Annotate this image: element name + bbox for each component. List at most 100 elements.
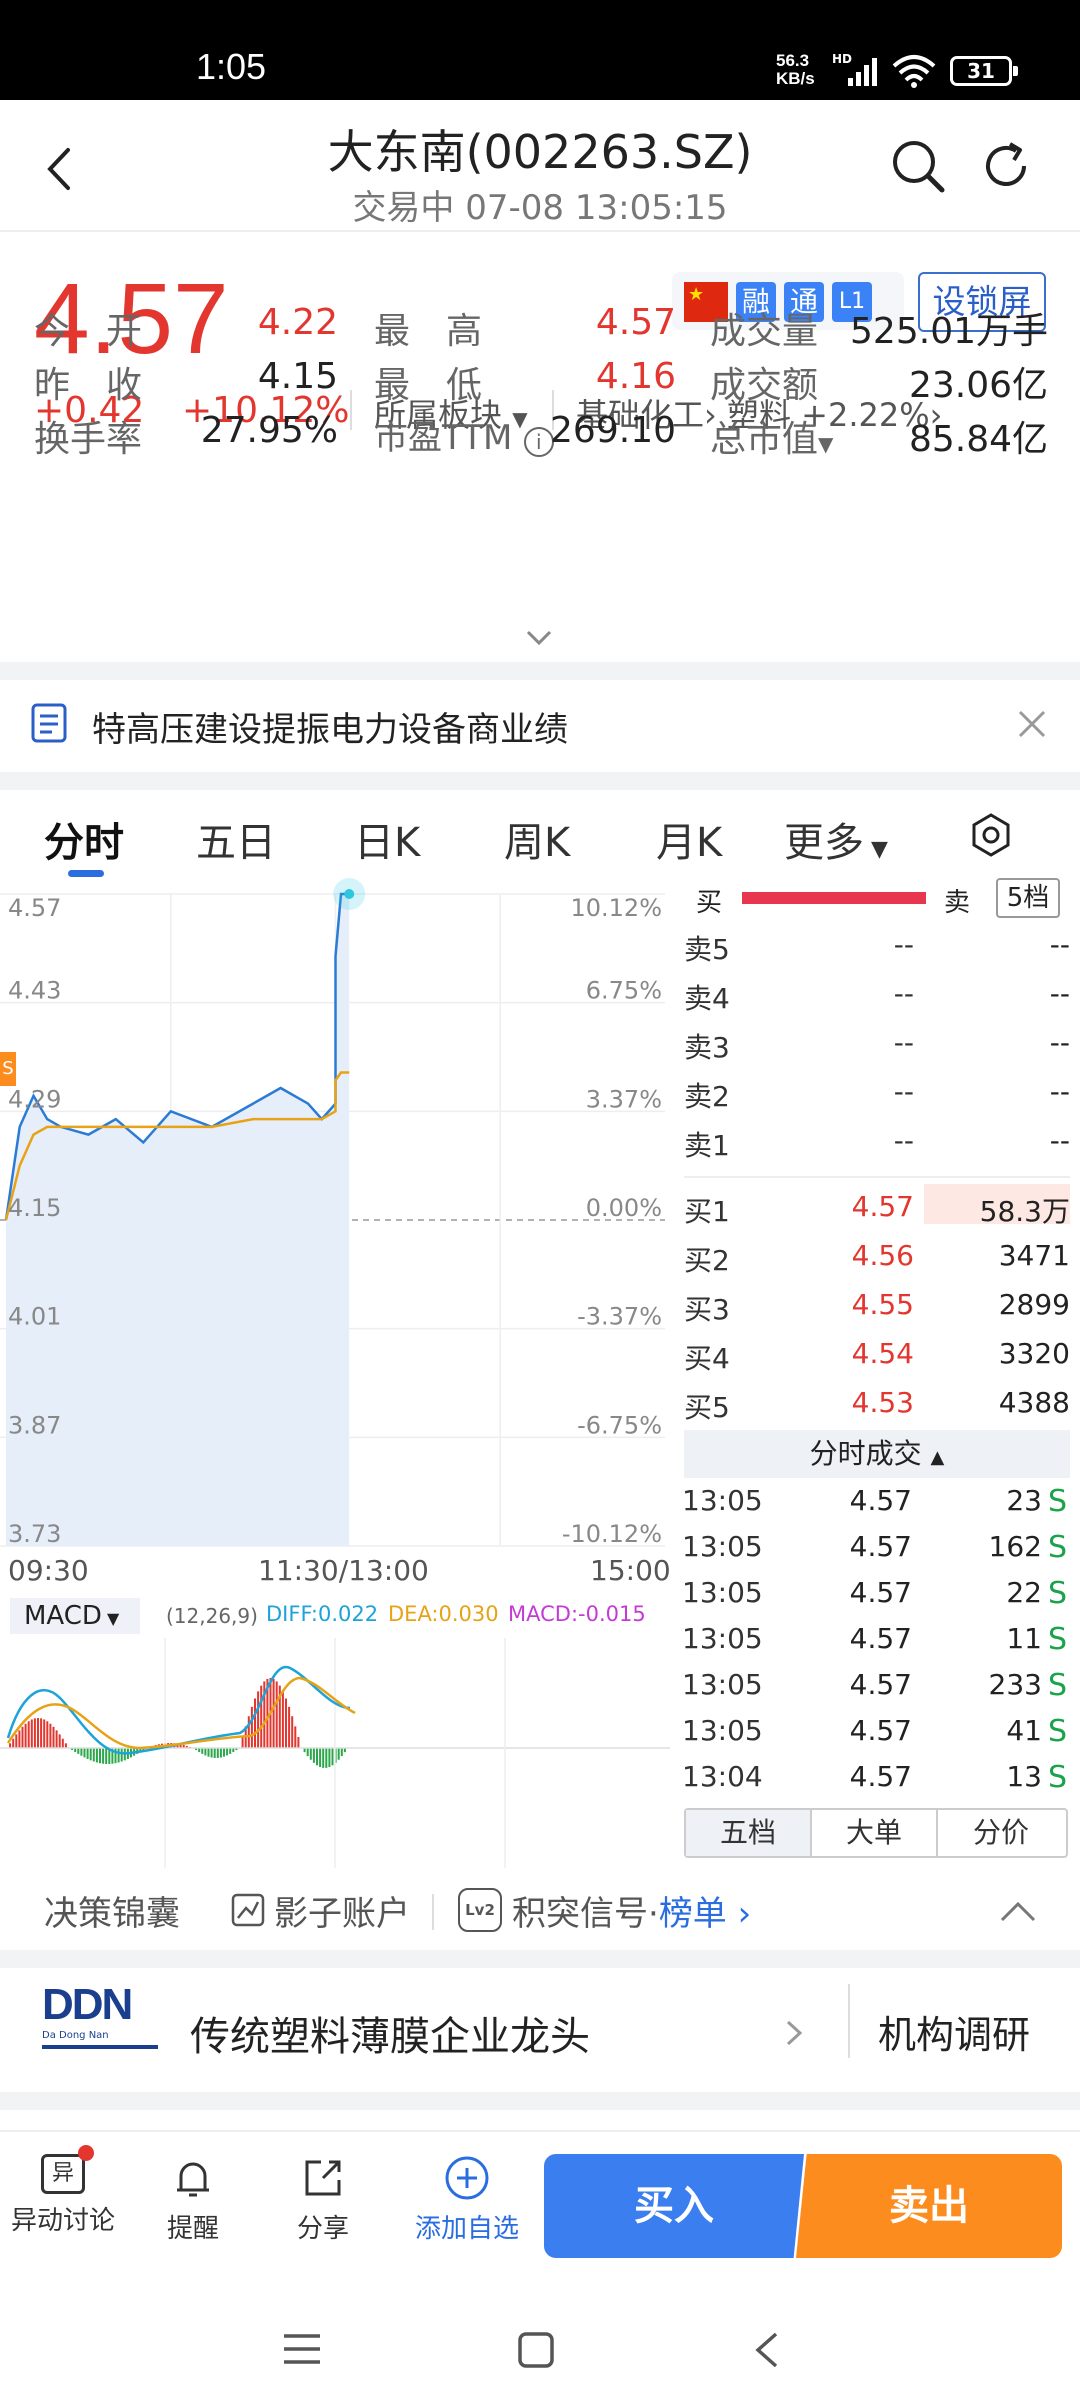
tick-time: 13:05	[682, 1714, 763, 1747]
institutional-research-link[interactable]: 机构调研	[878, 2004, 1030, 2059]
macd-bar	[46, 1721, 49, 1748]
buy-button[interactable]: 买入	[544, 2154, 804, 2258]
macd-bar	[80, 1748, 83, 1756]
macd-bar	[319, 1748, 322, 1768]
ask-label: 卖4	[684, 982, 730, 1015]
caret-up-icon: ▲	[930, 1447, 945, 1468]
collapse-chevron-icon[interactable]	[998, 1898, 1038, 1924]
price-tick-label: 4.01	[8, 1303, 61, 1331]
sell-label: 卖	[944, 888, 971, 918]
macd-bar	[33, 1718, 36, 1748]
add-circle-icon	[445, 2156, 489, 2200]
pct-tick-label: 3.37%	[586, 1085, 662, 1113]
turnover-amount-label: 成交额	[710, 365, 819, 406]
price-tick-label: 4.15	[8, 1194, 61, 1222]
tick-volume: 162	[988, 1530, 1042, 1563]
tab-monthly-k[interactable]: 月K	[656, 810, 722, 868]
tick-price: 4.57	[849, 1622, 912, 1655]
close-icon[interactable]	[1016, 708, 1048, 740]
ask-volume: --	[1049, 1075, 1070, 1108]
macd-bar	[12, 1738, 15, 1748]
discussion-glyph: 异	[51, 2161, 74, 2186]
nav-back-icon[interactable]	[752, 2330, 782, 2370]
macd-bar	[322, 1748, 325, 1768]
macd-chart-svg	[0, 1638, 670, 1868]
tick-volume: 233	[988, 1668, 1042, 1701]
refresh-icon[interactable]	[976, 136, 1036, 196]
pct-tick-label: -6.75%	[577, 1411, 662, 1439]
home-icon[interactable]	[516, 2330, 556, 2370]
net-speed-unit: KB/s	[776, 69, 815, 88]
time-tick-start: 09:30	[8, 1554, 89, 1583]
expand-chevron-icon[interactable]	[524, 628, 554, 648]
macd-selector[interactable]: MACD ▼	[10, 1598, 140, 1634]
battery-icon: 31	[950, 56, 1018, 86]
tick-trades-header[interactable]: 分时成交 ▲	[684, 1430, 1070, 1478]
turnover-rate-value: 27.95%	[200, 410, 338, 451]
bid-volume: 3471	[998, 1239, 1070, 1272]
buy-sell-ratio: 买 卖	[684, 878, 984, 918]
search-icon[interactable]	[888, 136, 948, 196]
company-highlight[interactable]: DDN Da Dong Nan 传统塑料薄膜企业龙头 机构调研	[0, 1970, 1080, 2090]
tab-five-levels[interactable]: 五档	[686, 1810, 812, 1856]
tab-big-orders[interactable]: 大单	[812, 1810, 938, 1856]
shadow-account-link[interactable]: 影子账户	[274, 1886, 410, 1935]
news-banner[interactable]: 特高压建设提振电力设备商业绩	[0, 680, 1080, 770]
price-tick-label: 3.73	[8, 1520, 61, 1548]
bid-row: 买2 4.56 3471	[684, 1239, 1070, 1287]
tab-more[interactable]: 更多 ▼	[784, 810, 888, 868]
sell-button[interactable]: 卖出	[796, 2154, 1062, 2258]
tick-price: 4.57	[849, 1530, 912, 1563]
macd-bar	[15, 1734, 18, 1748]
ask-row: 卖4 -- --	[684, 977, 1070, 1025]
macd-bar	[285, 1698, 287, 1748]
signal-rank-link[interactable]: 积突信号·榜单 ›	[512, 1886, 751, 1935]
alert-button[interactable]: 提醒	[138, 2154, 248, 2245]
market-cap-dropdown[interactable]: 总市值▼	[710, 410, 833, 462]
share-icon	[305, 2160, 341, 2196]
macd-panel: MACD ▼ (12,26,9) DIFF:0.022 DEA:0.030 MA…	[0, 1598, 670, 1868]
tab-price-distribution[interactable]: 分价	[938, 1810, 1064, 1856]
pct-tick-label: -10.12%	[562, 1520, 662, 1548]
turnover-amount-value: 23.06亿	[908, 365, 1048, 406]
tab-five-day[interactable]: 五日	[196, 810, 276, 868]
tab-daily-k[interactable]: 日K	[354, 810, 420, 868]
decision-tips-link[interactable]: 决策锦囊	[44, 1886, 180, 1935]
intraday-chart[interactable]: 4.57 4.43 4.29 4.15 4.01 3.87 3.73 10.12% 6.75%…	[0, 878, 671, 1587]
volume-label: 成交量	[710, 311, 819, 352]
chart-settings-icon[interactable]	[968, 812, 1014, 858]
menu-icon[interactable]	[282, 2332, 322, 2366]
tab-weekly-k[interactable]: 周K	[504, 810, 570, 868]
macd-bar	[204, 1748, 207, 1756]
tick-side: S	[1048, 1668, 1068, 1703]
network-speed: 56.3 KB/s	[776, 52, 815, 88]
price-tick-label: 3.87	[8, 1411, 61, 1439]
tick-row: 13:05 4.57 11 S	[682, 1622, 1080, 1668]
right-axis: 10.12% 6.75% 3.37% 0.00% -3.37% -6.75% -10.12%	[562, 894, 662, 1548]
chevron-right-icon	[786, 2020, 803, 2046]
ask-volume: --	[1049, 928, 1070, 961]
macd-bar	[55, 1730, 58, 1748]
caret-down-icon: ▼	[818, 432, 834, 456]
tick-side: S	[1048, 1760, 1068, 1795]
macd-bar	[52, 1726, 55, 1748]
ratio-bar	[742, 892, 926, 904]
bid-price: 4.53	[851, 1386, 914, 1419]
discussion-button[interactable]: 异 异动讨论	[8, 2145, 118, 2237]
macd-bar	[89, 1748, 92, 1761]
intraday-chart-svg: 4.57 4.43 4.29 4.15 4.01 3.87 3.73 10.12% 6.75%…	[0, 878, 671, 1587]
bid-price: 4.55	[851, 1288, 914, 1321]
tick-volume: 11	[1006, 1622, 1042, 1655]
buy-label: 买	[696, 888, 723, 918]
add-watchlist-button[interactable]: 添加自选	[400, 2154, 534, 2245]
level-toggle-button[interactable]: 5档	[996, 878, 1060, 918]
tick-row: 13:05 4.57 162 S	[682, 1530, 1080, 1576]
macd-bar	[95, 1748, 98, 1763]
ask-volume: --	[1049, 977, 1070, 1010]
macd-bar	[281, 1691, 284, 1748]
ask-row: 卖5 -- --	[684, 928, 1070, 976]
macd-bar	[216, 1748, 219, 1758]
share-button[interactable]: 分享	[268, 2154, 378, 2245]
tab-intraday[interactable]: 分时	[44, 810, 124, 868]
share-label: 分享	[296, 2214, 349, 2244]
